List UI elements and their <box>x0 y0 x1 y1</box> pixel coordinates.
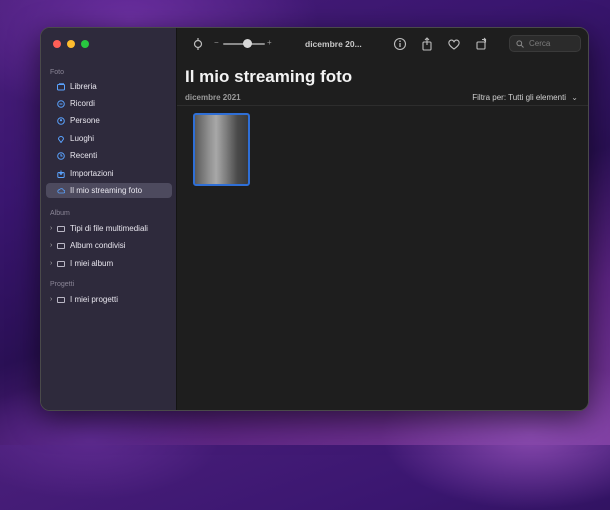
sidebar-item-label: Libreria <box>70 82 97 91</box>
sidebar-item-il-mio-streaming-foto[interactable]: Il mio streaming foto <box>46 183 172 198</box>
sidebar-item-label: Ricordi <box>70 99 95 108</box>
folder-icon <box>57 296 65 303</box>
sidebar-item-luoghi[interactable]: Luoghi <box>46 131 172 146</box>
sidebar-item-label: Album condivisi <box>70 241 126 250</box>
share-icon[interactable] <box>420 37 434 51</box>
photos-window: Foto Libreria Ricordi Persone Luoghi Rec… <box>40 27 589 411</box>
sidebar-item-persone[interactable]: Persone <box>46 113 172 128</box>
close-button[interactable] <box>53 40 61 48</box>
section-progetti-label: Progetti <box>50 281 75 288</box>
page-title: Il mio streaming foto <box>185 67 353 86</box>
memories-icon <box>57 99 65 108</box>
folder-icon <box>57 242 65 249</box>
sidebar-item-i-miei-album[interactable]: › I miei album <box>46 256 172 271</box>
zoom-out-icon[interactable]: − <box>214 38 219 47</box>
toolbar: − + dicembre 20... Cerca <box>177 28 588 60</box>
date-heading: dicembre 2021 <box>185 93 241 102</box>
sidebar-item-label: Il mio streaming foto <box>70 186 143 195</box>
window-title: dicembre 20... <box>305 39 362 49</box>
section-album-label: Album <box>50 210 70 217</box>
info-icon[interactable] <box>393 37 407 51</box>
rotate-crop-icon[interactable] <box>191 37 205 51</box>
search-field[interactable]: Cerca <box>509 35 581 52</box>
search-placeholder: Cerca <box>529 39 551 48</box>
sidebar-item-label: Recenti <box>70 151 98 160</box>
filter-label: Filtra per: Tutti gli elementi <box>472 93 567 102</box>
sidebar-item-label: Luoghi <box>70 134 95 143</box>
zoom-in-icon[interactable]: + <box>267 38 272 47</box>
main-content: − + dicembre 20... Cerca Il mio streamin… <box>177 28 588 410</box>
search-icon <box>516 39 524 48</box>
folder-icon <box>57 225 65 232</box>
sidebar-item-recenti[interactable]: Recenti <box>46 148 172 163</box>
sidebar-item-ricordi[interactable]: Ricordi <box>46 96 172 111</box>
chevron-right-icon[interactable]: › <box>50 260 52 267</box>
zoom-button[interactable] <box>81 40 89 48</box>
sidebar-item-i-miei-progetti[interactable]: › I miei progetti <box>46 292 172 307</box>
photo-thumbnail[interactable] <box>193 113 250 186</box>
rotate-icon[interactable] <box>475 37 489 51</box>
divider <box>177 105 588 106</box>
sidebar-item-label: I miei progetti <box>70 295 119 304</box>
sidebar-item-tipi-di-file[interactable]: › Tipi di file multimediali <box>46 221 172 236</box>
zoom-slider-thumb[interactable] <box>243 39 252 48</box>
minimize-button[interactable] <box>67 40 75 48</box>
folder-icon <box>57 260 65 267</box>
sidebar-item-label: Persone <box>70 116 100 125</box>
sidebar-item-label: I miei album <box>70 259 114 268</box>
window-controls <box>53 40 89 48</box>
cloud-icon <box>57 187 65 195</box>
sidebar: Foto Libreria Ricordi Persone Luoghi Rec… <box>41 28 177 410</box>
chevron-down-icon: ⌄ <box>571 93 578 102</box>
heart-icon[interactable] <box>447 37 461 51</box>
sidebar-item-album-condivisi[interactable]: › Album condivisi <box>46 238 172 253</box>
sidebar-item-libreria[interactable]: Libreria <box>46 79 172 94</box>
chevron-right-icon[interactable]: › <box>50 242 52 249</box>
people-icon <box>57 116 65 125</box>
sidebar-item-label: Importazioni <box>70 169 114 178</box>
recents-icon <box>57 151 65 160</box>
chevron-right-icon[interactable]: › <box>50 225 52 232</box>
places-icon <box>57 135 65 143</box>
filter-dropdown[interactable]: Filtra per: Tutti gli elementi ⌄ <box>472 93 578 102</box>
chevron-right-icon[interactable]: › <box>50 296 52 303</box>
sidebar-item-importazioni[interactable]: Importazioni <box>46 166 172 181</box>
imports-icon <box>57 170 65 178</box>
section-foto-label: Foto <box>50 69 65 76</box>
library-icon <box>57 82 65 91</box>
sidebar-item-label: Tipi di file multimediali <box>70 224 148 233</box>
